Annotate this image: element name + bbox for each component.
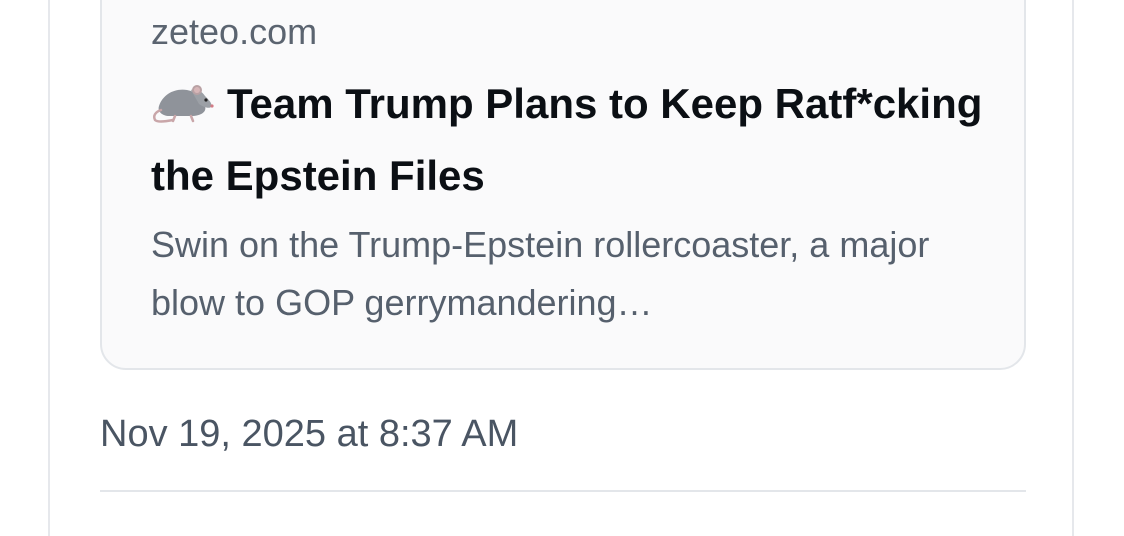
link-title-text: Team Trump Plans to Keep Ratf*cking the … bbox=[151, 80, 983, 199]
divider bbox=[100, 490, 1026, 492]
post-timestamp[interactable]: Nov 19, 2025 at 8:37 AM bbox=[100, 408, 518, 460]
link-domain: zeteo.com bbox=[151, 11, 318, 52]
rat-icon bbox=[151, 74, 215, 123]
link-description: Swin on the Trump-Epstein rollercoaster,… bbox=[151, 224, 930, 323]
link-title[interactable]: Team Trump Plans to Keep Ratf*cking the … bbox=[151, 68, 991, 212]
